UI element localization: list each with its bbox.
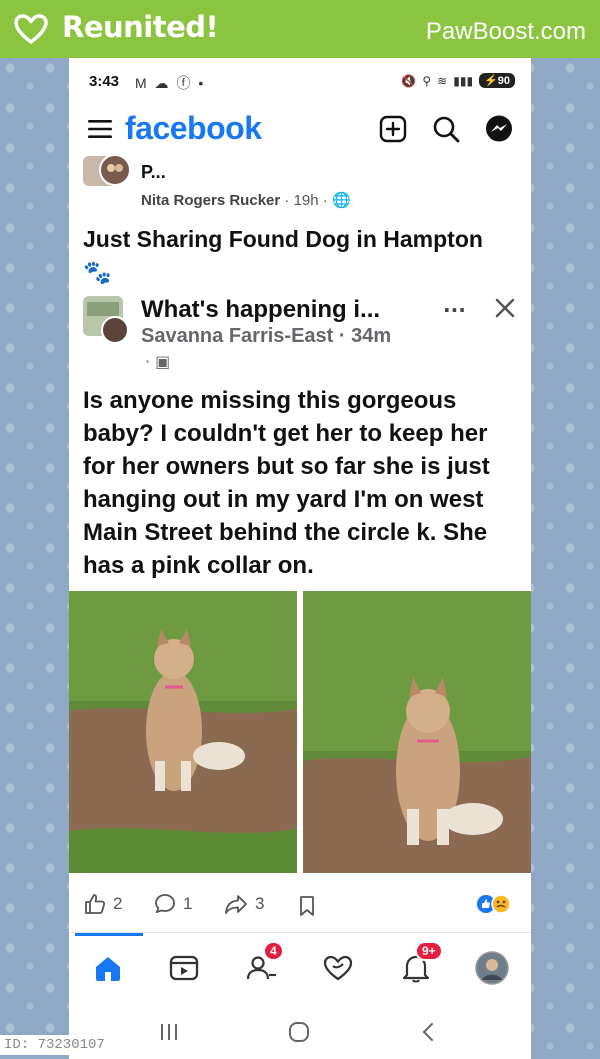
dog-photo-left[interactable] [69, 591, 297, 873]
banner-title: Reunited! [62, 10, 219, 44]
like-button[interactable]: 2 [83, 892, 122, 916]
dating-heart-icon[interactable] [321, 951, 355, 985]
profile-avatar[interactable] [475, 951, 509, 985]
post-author[interactable]: Nita Rogers Rucker [141, 192, 280, 209]
shared-author-line: Savanna Farris-East · 34m [141, 325, 392, 347]
home-button-icon[interactable] [287, 1020, 311, 1044]
wifi-icon: ≋ [437, 73, 448, 88]
home-icon[interactable] [91, 951, 125, 985]
phone-screen: 3:43 M ☁ ⓕ • 🔇 ⚲ ≋ ▮▮▮ ⚡90 facebook P...… [69, 58, 531, 1059]
friends-badge: 4 [263, 941, 284, 961]
mute-icon: 🔇 [401, 73, 417, 88]
comment-button[interactable]: 1 [153, 892, 192, 916]
comment-count: 1 [183, 894, 193, 913]
status-time: 3:43 [89, 73, 120, 90]
post-actions: 2 1 3 [69, 882, 531, 926]
status-bar: 3:43 M ☁ ⓕ • 🔇 ⚲ ≋ ▮▮▮ ⚡90 [69, 58, 531, 106]
facebook-logo[interactable]: facebook [125, 110, 262, 147]
shared-time[interactable]: 34m [351, 325, 391, 347]
brand-name: PawBoost.com [425, 18, 586, 45]
share-count: 3 [255, 894, 265, 913]
share-button[interactable]: 3 [223, 892, 264, 916]
comment-icon [155, 894, 175, 914]
video-icon[interactable] [167, 951, 201, 985]
like-count: 2 [113, 894, 123, 913]
share-icon [225, 895, 247, 914]
shared-group-title[interactable]: What's happening i... [141, 296, 380, 324]
pawboost-banner: Reunited! PawBoost.com [0, 0, 600, 58]
friends-tab[interactable]: 4 [245, 941, 285, 987]
reactions-icon[interactable] [475, 894, 515, 914]
bookmark-icon[interactable] [297, 894, 317, 918]
status-right: 🔇 ⚲ ≋ ▮▮▮ ⚡90 [401, 73, 515, 88]
group-privacy-icon: · ▣ [145, 352, 171, 371]
bottom-navigation: 4 9+ [69, 932, 531, 999]
dog-photo-right[interactable] [303, 591, 531, 873]
id-label: ID: 73230107 [0, 1035, 109, 1055]
active-tab-indicator [75, 933, 143, 936]
post-time[interactable]: 19h [294, 192, 319, 209]
search-icon[interactable] [431, 114, 461, 144]
more-options-button[interactable]: ··· [443, 298, 466, 322]
shared-post-body: Is anyone missing this gorgeous baby? I … [83, 387, 490, 579]
notifications-tab[interactable]: 9+ [399, 941, 449, 987]
like-icon [85, 894, 106, 914]
back-icon[interactable] [417, 1020, 441, 1044]
facebook-header: facebook [69, 106, 531, 154]
group-title[interactable]: P... [141, 162, 166, 183]
shared-author[interactable]: Savanna Farris-East [141, 325, 333, 347]
group-avatar[interactable] [83, 154, 133, 188]
notifications-badge: 9+ [415, 941, 443, 961]
menu-icon[interactable] [87, 116, 113, 142]
heart-icon [14, 14, 48, 44]
notification-icons: M ☁ ⓕ • [135, 75, 206, 91]
battery-indicator: ⚡90 [479, 73, 515, 88]
shared-group-avatar[interactable] [83, 296, 129, 344]
post-text: Just Sharing Found Dog in Hampton 🐾 [83, 226, 483, 285]
close-icon[interactable] [493, 296, 517, 320]
messenger-icon[interactable] [484, 114, 514, 144]
create-post-icon[interactable] [378, 114, 408, 144]
recent-apps-icon[interactable] [157, 1020, 181, 1044]
post-byline: Nita Rogers Rucker · 19h · 🌐 [141, 192, 351, 209]
globe-icon: 🌐 [331, 192, 351, 209]
android-nav-bar [69, 1006, 531, 1059]
location-icon: ⚲ [422, 73, 432, 88]
signal-icon: ▮▮▮ [453, 73, 474, 88]
